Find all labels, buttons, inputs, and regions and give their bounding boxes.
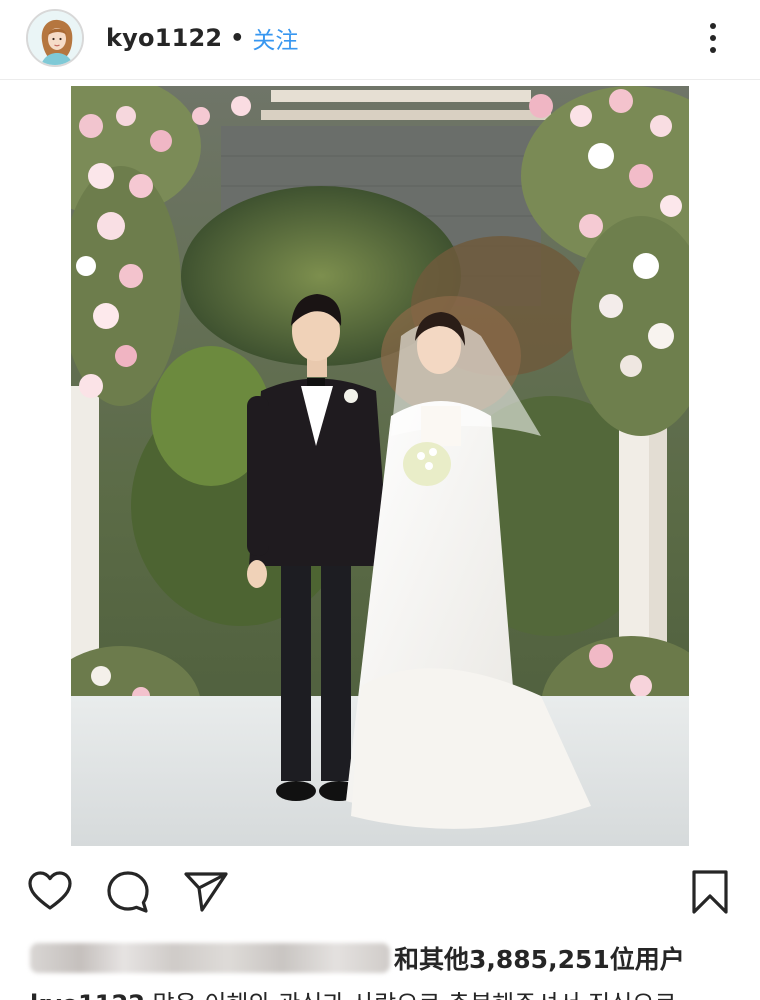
username-link[interactable]: kyo1122: [106, 24, 222, 52]
caption-username[interactable]: kyo1122: [30, 990, 145, 1000]
wedding-photo-illustration: [71, 86, 689, 846]
post-photo[interactable]: [71, 86, 689, 846]
caption: kyo1122 많은 이해와 관심과 사랑으로 축복해주셔서 진심으로: [30, 984, 760, 1000]
avatar[interactable]: [26, 9, 84, 67]
bookmark-icon[interactable]: [686, 868, 734, 916]
more-vertical-icon[interactable]: [700, 18, 726, 58]
separator-dot: •: [230, 25, 245, 51]
post-header: kyo1122 • 关注: [0, 0, 760, 80]
caption-text: 많은 이해와 관심과 사랑으로 축복해주셔서 진심으로: [153, 990, 677, 1000]
follow-button[interactable]: 关注: [252, 21, 298, 55]
blurred-usernames: [30, 943, 390, 973]
heart-icon[interactable]: [26, 868, 74, 916]
likes-count: 和其他3,885,251位用户: [394, 945, 685, 974]
paper-plane-icon[interactable]: [182, 868, 230, 916]
more-dot: [710, 47, 716, 53]
likes-row[interactable]: 和其他3,885,251位用户: [30, 938, 730, 978]
comment-bubble-icon[interactable]: [104, 868, 152, 916]
post-actions: [0, 860, 760, 920]
more-dot: [710, 23, 716, 29]
header-user-row: kyo1122 • 关注: [106, 22, 298, 54]
more-dot: [710, 35, 716, 41]
